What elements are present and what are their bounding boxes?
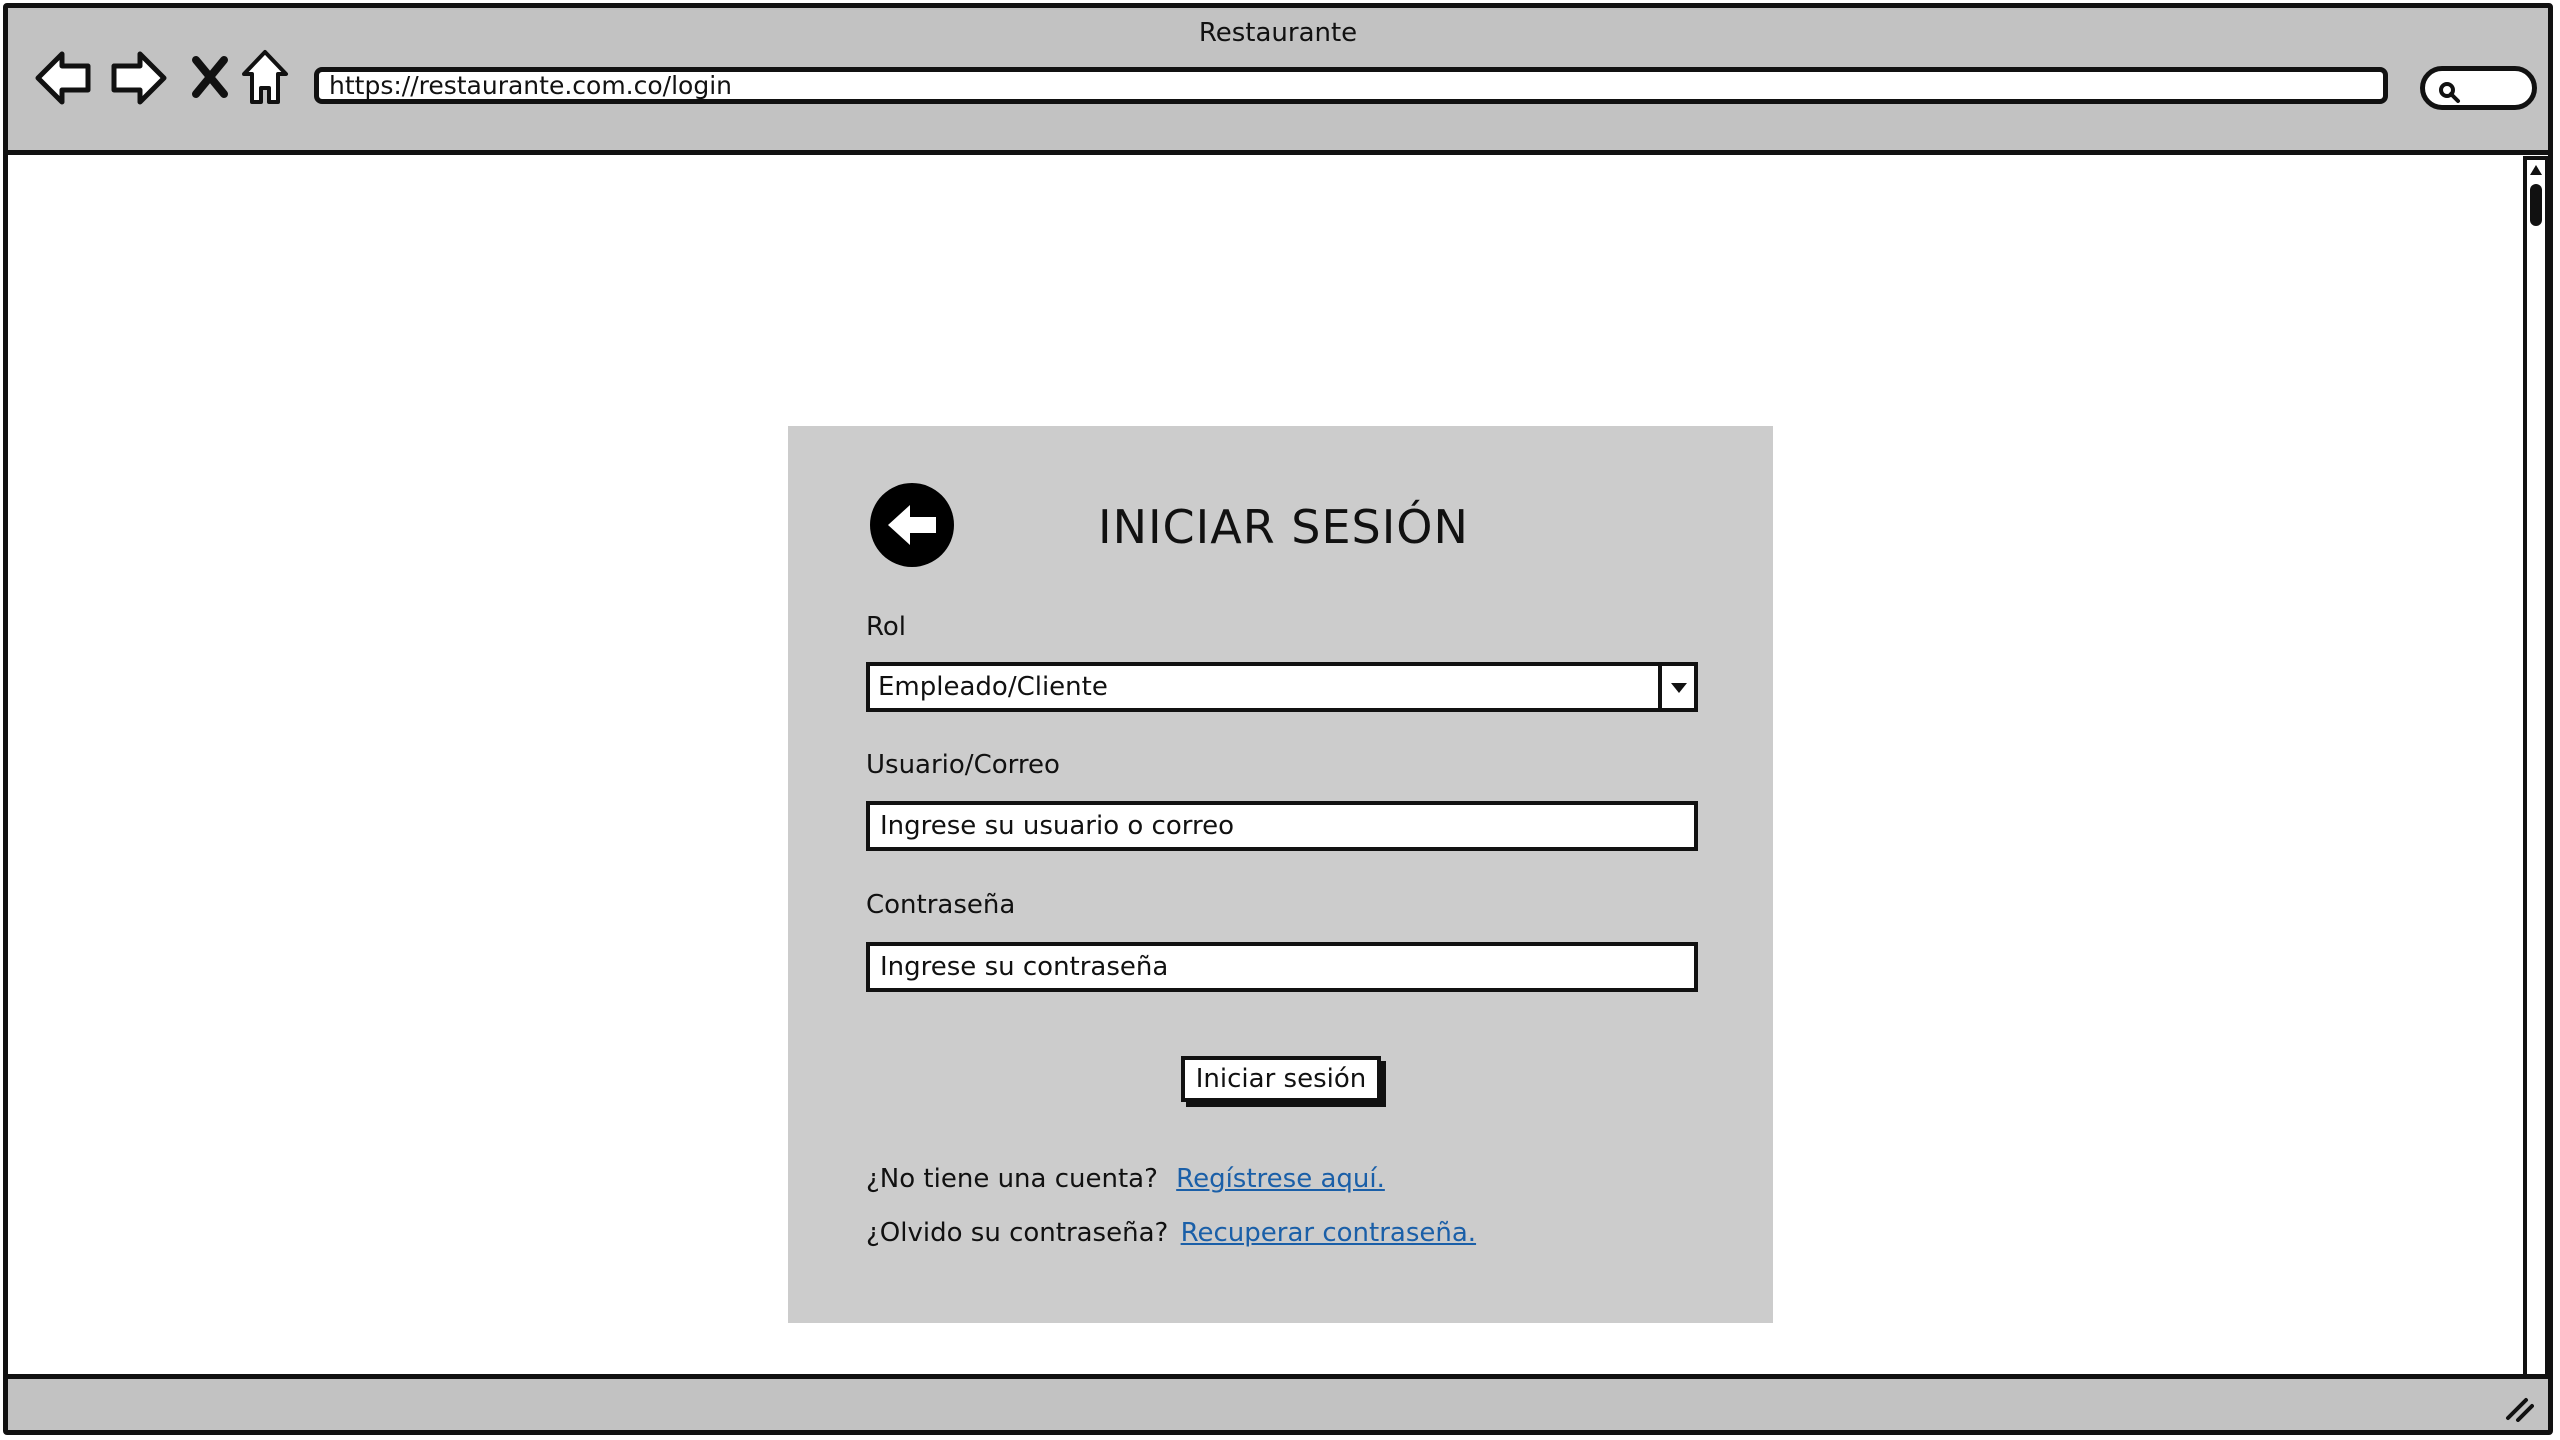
address-bar[interactable]: https://restaurante.com.co/login: [314, 67, 2388, 104]
login-button[interactable]: Iniciar sesión: [1181, 1056, 1381, 1102]
role-label: Rol: [866, 612, 907, 642]
browser-window: Restaurante https://restaurante.com.co/l…: [3, 3, 2553, 1435]
vertical-scrollbar[interactable]: [2523, 156, 2549, 1394]
role-select[interactable]: Empleado/Cliente: [866, 662, 1698, 712]
register-prompt: ¿No tiene una cuenta?: [866, 1164, 1158, 1194]
register-link[interactable]: Regístrese aquí.: [1176, 1164, 1385, 1194]
scroll-up-icon[interactable]: [2529, 163, 2543, 177]
chevron-down-icon: [1671, 683, 1687, 693]
recover-password-link[interactable]: Recuperar contraseña.: [1181, 1218, 1476, 1248]
browser-titlebar: Restaurante https://restaurante.com.co/l…: [8, 8, 2548, 155]
resize-grip-icon[interactable]: [2504, 1396, 2534, 1422]
password-label: Contraseña: [866, 890, 1016, 920]
role-select-value: Empleado/Cliente: [878, 672, 1108, 702]
home-icon[interactable]: [240, 48, 290, 108]
login-card: INICIAR SESIÓN Rol Empleado/Cliente Usua…: [788, 426, 1773, 1323]
register-row: ¿No tiene una cuenta? Regístrese aquí.: [866, 1164, 1385, 1194]
browser-search-field[interactable]: [2420, 66, 2537, 110]
back-circle-button[interactable]: [870, 483, 954, 567]
search-icon: [2439, 82, 2460, 103]
login-title: INICIAR SESIÓN: [1098, 500, 1469, 554]
page-content: INICIAR SESIÓN Rol Empleado/Cliente Usua…: [8, 155, 2518, 1390]
user-label: Usuario/Correo: [866, 750, 1060, 780]
forward-arrow-icon[interactable]: [108, 48, 168, 108]
user-input[interactable]: [866, 801, 1698, 851]
stop-icon[interactable]: [190, 48, 230, 108]
dropdown-toggle[interactable]: [1658, 666, 1694, 708]
recover-prompt: ¿Olvido su contraseña?: [866, 1218, 1169, 1248]
password-input[interactable]: [866, 942, 1698, 992]
recover-row: ¿Olvido su contraseña? Recuperar contras…: [866, 1218, 1476, 1248]
window-title: Restaurante: [1198, 18, 1358, 48]
status-bar: [8, 1374, 2548, 1430]
scroll-thumb[interactable]: [2530, 184, 2542, 226]
back-arrow-icon[interactable]: [34, 48, 94, 108]
arrow-left-icon: [888, 505, 936, 545]
